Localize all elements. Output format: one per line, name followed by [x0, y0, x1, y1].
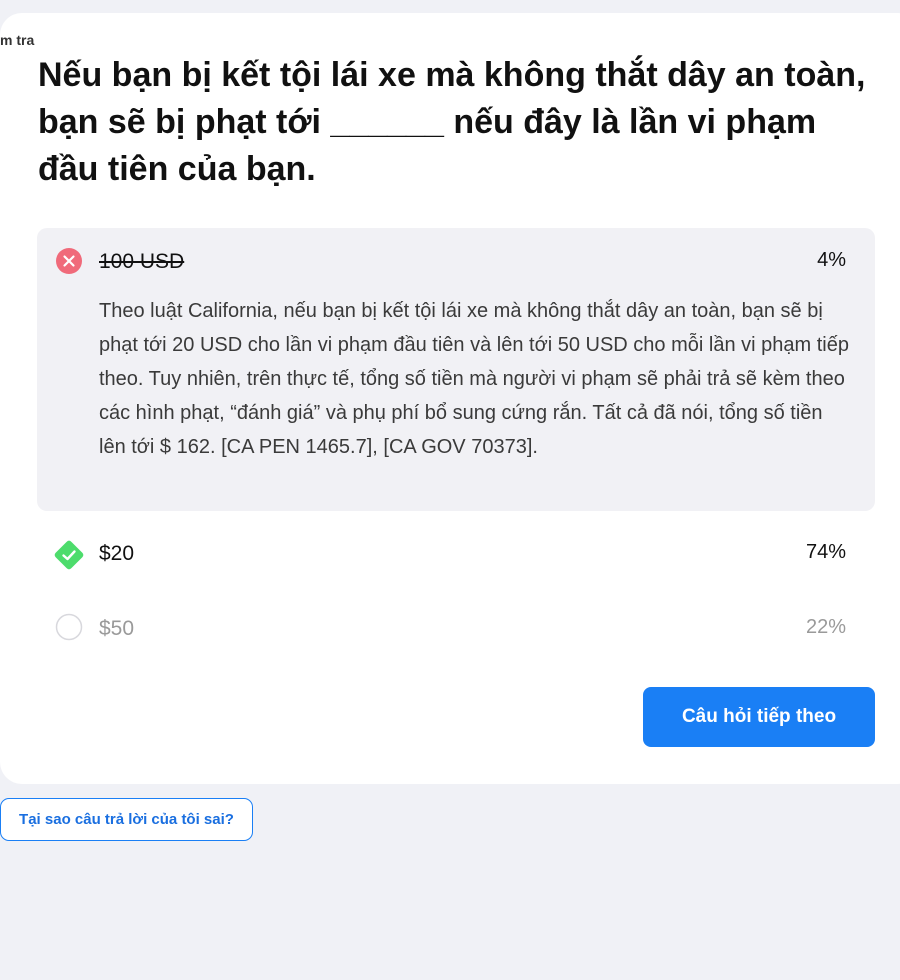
check-diamond-icon	[54, 540, 84, 570]
answer-percent: 22%	[805, 616, 846, 638]
breadcrumb: m tra	[0, 32, 35, 48]
answer-option-wrong[interactable]: 100 USD 4% Theo luật California, nếu bạn…	[37, 228, 875, 511]
answer-label: $20	[99, 542, 135, 565]
question-text: Nếu bạn bị kết tội lái xe mà không thắt …	[38, 56, 866, 188]
answer-option-correct[interactable]: $20 74%	[37, 520, 875, 586]
empty-radio-icon	[55, 613, 83, 641]
why-wrong-button[interactable]: Tại sao câu trả lời của tôi sai?	[0, 798, 253, 841]
next-question-button[interactable]: Câu hỏi tiếp theo	[643, 687, 875, 747]
x-circle-icon	[56, 248, 82, 274]
answer-option[interactable]: $50 22%	[37, 596, 875, 662]
answer-label: 100 USD	[99, 250, 185, 273]
answer-percent: 4%	[817, 249, 846, 271]
answer-explanation: Theo luật California, nếu bạn bị kết tội…	[99, 300, 849, 458]
answer-percent: 74%	[805, 541, 846, 563]
answer-row: 100 USD 4%	[37, 228, 875, 292]
answer-label: $50	[99, 617, 135, 640]
